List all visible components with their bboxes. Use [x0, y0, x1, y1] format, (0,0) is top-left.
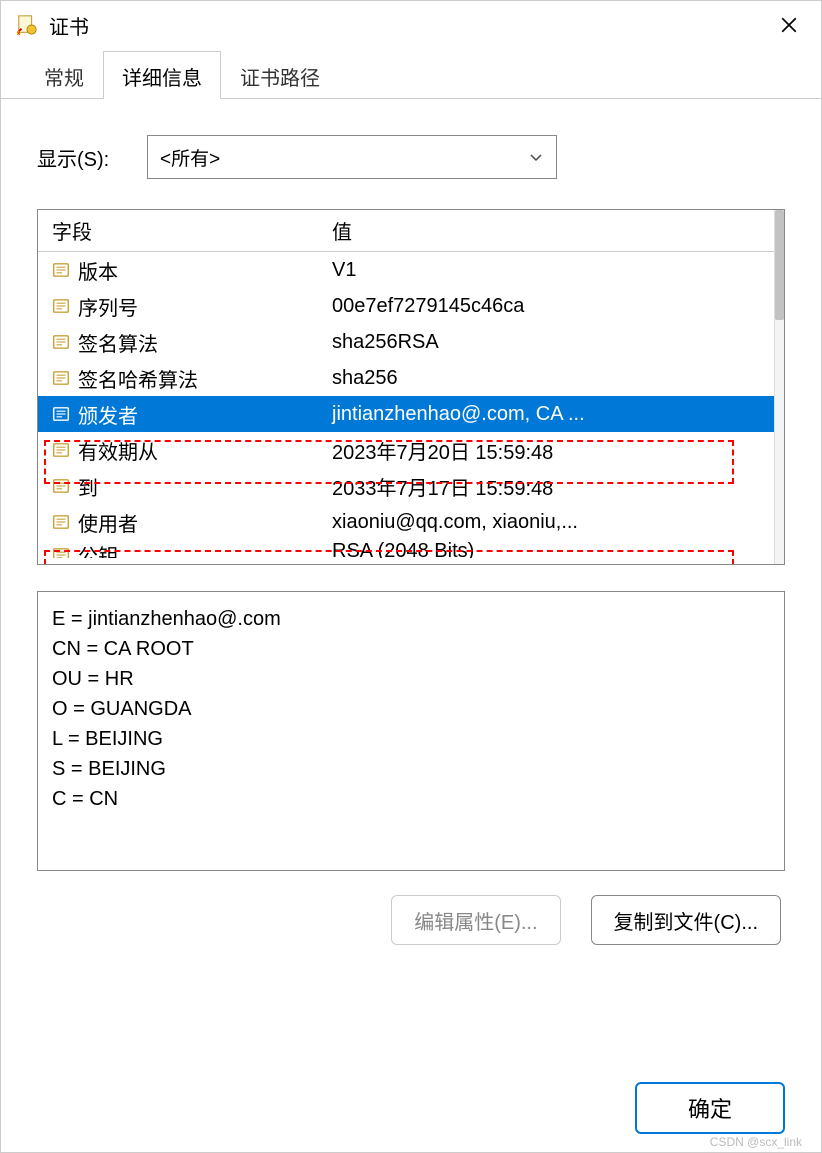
watermark: CSDN @scx_link: [710, 1135, 802, 1149]
certificate-icon: [15, 13, 39, 37]
table-row[interactable]: 使用者 xiaoniu@qq.com, xiaoniu,...: [38, 504, 774, 540]
table-row[interactable]: 到 2033年7月17日 15:59:48: [38, 468, 774, 504]
field-cell: 签名哈希算法: [38, 364, 328, 393]
table-row[interactable]: 签名算法 sha256RSA: [38, 324, 774, 360]
value-cell: 2033年7月17日 15:59:48: [328, 472, 774, 501]
field-cell: 公钥: [38, 540, 328, 558]
column-header-value[interactable]: 值: [328, 216, 774, 245]
tab-details[interactable]: 详细信息: [103, 51, 221, 99]
table-row[interactable]: 颁发者 jintianzhenhao@.com, CA ...: [38, 396, 774, 432]
field-cell: 有效期从: [38, 436, 328, 465]
value-cell: RSA (2048 Bits): [328, 540, 774, 558]
close-button[interactable]: [771, 7, 807, 43]
field-cell: 签名算法: [38, 328, 328, 357]
detail-textarea[interactable]: E = jintianzhenhao@.com CN = CA ROOT OU …: [37, 591, 785, 871]
field-icon: [52, 369, 70, 387]
chevron-down-icon: [528, 149, 544, 165]
table-row[interactable]: 公钥 RSA (2048 Bits): [38, 540, 774, 558]
field-label: 有效期从: [78, 436, 158, 465]
window-title: 证书: [49, 11, 771, 40]
show-dropdown[interactable]: <所有>: [147, 135, 557, 179]
list-header: 字段 值: [38, 210, 774, 252]
field-list: 字段 值 版本 V1 序列号 00e7ef7279145c46ca 签名算法 sha256…: [37, 209, 785, 565]
field-cell: 到: [38, 472, 328, 501]
field-label: 签名算法: [78, 328, 158, 357]
field-icon: [52, 405, 70, 423]
value-cell: 2023年7月20日 15:59:48: [328, 436, 774, 465]
ok-button[interactable]: 确定: [635, 1082, 785, 1134]
column-header-field[interactable]: 字段: [38, 216, 328, 245]
field-icon: [52, 261, 70, 279]
tab-bar: 常规 详细信息 证书路径: [1, 49, 821, 99]
dialog-footer: 确定: [1, 1062, 821, 1152]
value-cell: sha256RSA: [328, 331, 774, 354]
table-row[interactable]: 序列号 00e7ef7279145c46ca: [38, 288, 774, 324]
field-label: 颁发者: [78, 400, 138, 429]
field-label: 公钥: [78, 540, 118, 558]
table-row[interactable]: 签名哈希算法 sha256: [38, 360, 774, 396]
certificate-dialog: 证书 常规 详细信息 证书路径 显示(S): <所有> 字段 值: [0, 0, 822, 1153]
titlebar: 证书: [1, 1, 821, 49]
table-row[interactable]: 有效期从 2023年7月20日 15:59:48: [38, 432, 774, 468]
copy-to-file-button[interactable]: 复制到文件(C)...: [591, 895, 781, 945]
value-cell: 00e7ef7279145c46ca: [328, 295, 774, 318]
value-cell: jintianzhenhao@.com, CA ...: [328, 403, 774, 426]
scrollbar-thumb[interactable]: [775, 210, 784, 320]
field-icon: [52, 546, 70, 559]
scrollbar[interactable]: [774, 210, 784, 564]
field-icon: [52, 441, 70, 459]
field-cell: 版本: [38, 256, 328, 285]
field-cell: 序列号: [38, 292, 328, 321]
field-label: 版本: [78, 256, 118, 285]
edit-properties-button: 编辑属性(E)...: [391, 895, 560, 945]
tab-cert-path[interactable]: 证书路径: [221, 51, 339, 99]
field-label: 签名哈希算法: [78, 364, 198, 393]
value-cell: sha256: [328, 367, 774, 390]
field-label: 到: [78, 472, 98, 501]
list-body: 版本V1序列号00e7ef7279145c46ca签名算法sha256RSA签名…: [38, 252, 774, 558]
table-row[interactable]: 版本 V1: [38, 252, 774, 288]
field-icon: [52, 297, 70, 315]
value-cell: V1: [328, 259, 774, 282]
show-filter-row: 显示(S): <所有>: [37, 135, 785, 179]
field-cell: 使用者: [38, 508, 328, 537]
field-label: 使用者: [78, 508, 138, 537]
tab-content: 显示(S): <所有> 字段 值 版本 V1 序列号 00e7ef7279145c46…: [1, 99, 821, 1062]
field-icon: [52, 513, 70, 531]
field-icon: [52, 477, 70, 495]
show-dropdown-value: <所有>: [160, 144, 220, 171]
show-label: 显示(S):: [37, 143, 147, 172]
field-cell: 颁发者: [38, 400, 328, 429]
tab-general[interactable]: 常规: [25, 51, 103, 99]
field-label: 序列号: [78, 292, 138, 321]
field-icon: [52, 333, 70, 351]
button-row: 编辑属性(E)... 复制到文件(C)...: [37, 895, 785, 945]
value-cell: xiaoniu@qq.com, xiaoniu,...: [328, 511, 774, 534]
